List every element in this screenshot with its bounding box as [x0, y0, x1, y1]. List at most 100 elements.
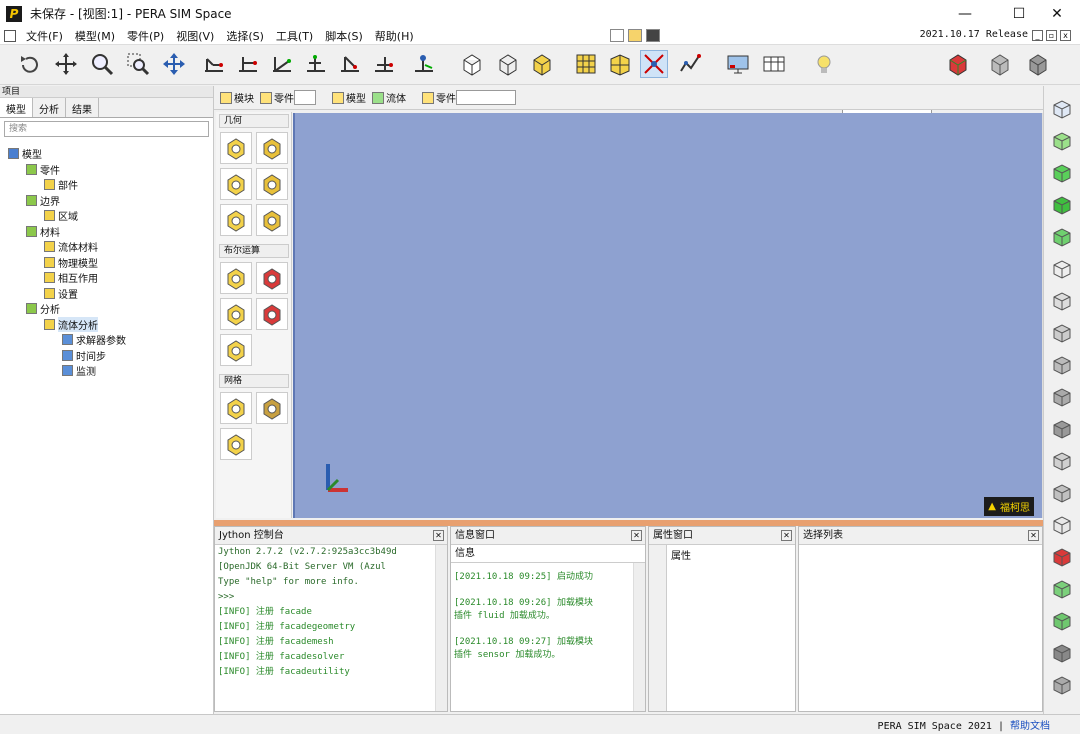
view-cube-button[interactable]: [1049, 512, 1075, 538]
console-scrollbar[interactable]: [435, 545, 447, 711]
3d-viewport[interactable]: ▲ 福柯思: [293, 113, 1043, 518]
save-icon[interactable]: [645, 29, 660, 42]
view-cube-button[interactable]: [1049, 160, 1075, 186]
constraint-3-icon[interactable]: [268, 50, 296, 78]
mdi-restore-button[interactable]: ▫: [1046, 30, 1057, 41]
tree-node[interactable]: 零件: [26, 162, 60, 177]
tab-model[interactable]: 模型: [0, 98, 33, 117]
undo-icon[interactable]: [16, 50, 44, 78]
view-cube-button[interactable]: [1049, 608, 1075, 634]
menu-select[interactable]: 选择(S): [220, 28, 270, 44]
palette-tool-button[interactable]: [256, 262, 288, 294]
palette-tool-button[interactable]: [220, 168, 252, 200]
menu-view[interactable]: 视图(V): [170, 28, 220, 44]
view-cube-button[interactable]: [1049, 192, 1075, 218]
minimize-button[interactable]: —: [942, 0, 988, 27]
view-cube-button[interactable]: [1049, 672, 1075, 698]
constraint-1-icon[interactable]: [200, 50, 228, 78]
view-cube-button[interactable]: [1049, 544, 1075, 570]
module-selector[interactable]: 模块: [220, 90, 254, 105]
tree-node[interactable]: 相互作用: [44, 270, 98, 285]
tab-results[interactable]: 结果: [66, 98, 99, 117]
fluid-selector[interactable]: 流体: [372, 90, 406, 105]
view-cube-button[interactable]: [1049, 320, 1075, 346]
messages-tab[interactable]: 信息: [451, 545, 645, 563]
tree-node[interactable]: 模型: [8, 146, 42, 161]
menu-file[interactable]: 文件(F): [20, 28, 69, 44]
part-combo[interactable]: 零件: [422, 90, 516, 105]
model-selector[interactable]: 模型: [332, 90, 366, 105]
palette-tool-button[interactable]: [256, 168, 288, 200]
menu-tools[interactable]: 工具(T): [270, 28, 319, 44]
palette-tool-button[interactable]: [256, 204, 288, 236]
constraint-4-icon[interactable]: [302, 50, 330, 78]
constraint-6-icon[interactable]: [370, 50, 398, 78]
console-output[interactable]: Jython 2.7.2 (v2.7.2:925a3cc3b49d [OpenJD…: [215, 545, 447, 680]
help-link[interactable]: 帮助文档: [1010, 721, 1050, 732]
zoom-icon[interactable]: [88, 50, 116, 78]
cube-yellow-icon[interactable]: [528, 50, 556, 78]
view-cube-button[interactable]: [1049, 416, 1075, 442]
palette-tool-button[interactable]: [256, 132, 288, 164]
view-cube-button[interactable]: [1049, 640, 1075, 666]
tree-node[interactable]: 分析: [26, 301, 60, 316]
measure-icon[interactable]: [640, 50, 668, 78]
view-cube-button[interactable]: [1049, 96, 1075, 122]
palette-tool-button[interactable]: [256, 298, 288, 330]
view-cube-button[interactable]: [1049, 352, 1075, 378]
tab-analysis[interactable]: 分析: [33, 98, 66, 117]
palette-section-header[interactable]: 网格: [219, 374, 289, 388]
open-folder-icon[interactable]: [627, 29, 642, 42]
cube-wire-2-icon[interactable]: [494, 50, 522, 78]
menu-part[interactable]: 零件(P): [121, 28, 170, 44]
palette-tool-button[interactable]: [220, 262, 252, 294]
document-icon[interactable]: [4, 29, 16, 42]
cube-wire-1-icon[interactable]: [458, 50, 486, 78]
palette-section-header[interactable]: 几何: [219, 114, 289, 128]
tree-node[interactable]: 设置: [44, 286, 78, 301]
menu-script[interactable]: 脚本(S): [319, 28, 369, 44]
table-icon[interactable]: [760, 50, 788, 78]
pan-icon[interactable]: [160, 50, 188, 78]
part-selector[interactable]: 零件: [260, 90, 316, 105]
palette-tool-button[interactable]: [220, 392, 252, 424]
palette-tool-button[interactable]: [220, 298, 252, 330]
view-cube-button[interactable]: [1049, 384, 1075, 410]
constraint-5-icon[interactable]: [336, 50, 364, 78]
palette-tool-button[interactable]: [220, 334, 252, 366]
palette-tool-button[interactable]: [220, 428, 252, 460]
constraint-7-icon[interactable]: [410, 50, 438, 78]
menu-model[interactable]: 模型(M): [69, 28, 121, 44]
close-icon[interactable]: ✕: [433, 530, 444, 541]
cube-gray-2-icon[interactable]: [1024, 50, 1052, 78]
view-cube-button[interactable]: [1049, 224, 1075, 250]
color-icon[interactable]: [944, 50, 972, 78]
menu-help[interactable]: 帮助(H): [369, 28, 420, 44]
monitor-icon[interactable]: [724, 50, 752, 78]
tree-node[interactable]: 流体材料: [44, 239, 98, 254]
translate-icon[interactable]: [52, 50, 80, 78]
palette-section-header[interactable]: 布尔运算: [219, 244, 289, 258]
view-cube-button[interactable]: [1049, 128, 1075, 154]
cube-gray-1-icon[interactable]: [986, 50, 1014, 78]
constraint-2-icon[interactable]: [234, 50, 262, 78]
view-cube-button[interactable]: [1049, 288, 1075, 314]
tree-node[interactable]: 材料: [26, 224, 60, 239]
close-button[interactable]: ✕: [1034, 0, 1080, 27]
analysis-icon[interactable]: [676, 50, 704, 78]
tree-node[interactable]: 监测: [62, 363, 96, 378]
palette-tool-button[interactable]: [220, 132, 252, 164]
tree-search-input[interactable]: 搜索: [4, 121, 209, 137]
view-cube-button[interactable]: [1049, 448, 1075, 474]
messages-scrollbar[interactable]: [633, 563, 645, 711]
close-icon[interactable]: ✕: [1028, 530, 1039, 541]
view-cube-button[interactable]: [1049, 480, 1075, 506]
tree-node[interactable]: 时间步: [62, 348, 106, 363]
tree-node[interactable]: 部件: [44, 177, 78, 192]
messages-output[interactable]: [2021.10.18 09:25] 启动成功 [2021.10.18 09:26…: [451, 563, 645, 662]
view-cube-button[interactable]: [1049, 576, 1075, 602]
mdi-close-button[interactable]: x: [1060, 30, 1071, 41]
light-icon[interactable]: [810, 50, 838, 78]
tree-node[interactable]: 区域: [44, 208, 78, 223]
mdi-minimize-button[interactable]: _: [1032, 30, 1043, 41]
